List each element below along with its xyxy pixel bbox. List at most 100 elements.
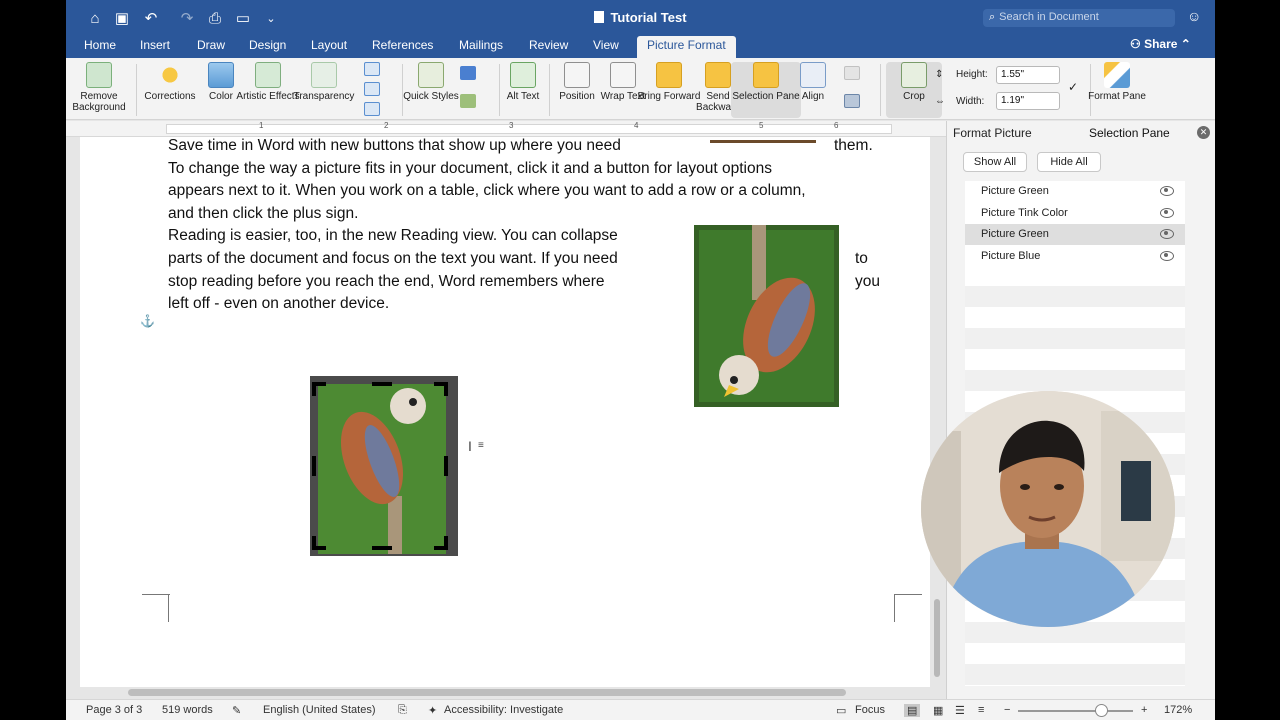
feedback-icon[interactable]: ☺ [1187,8,1201,24]
align-icon [800,62,826,88]
eye-icon[interactable] [1160,208,1174,218]
align-button[interactable]: Align [778,62,848,102]
picture-effects-icon[interactable] [460,94,476,108]
close-icon[interactable]: ✕ [1197,126,1210,139]
group-icon[interactable] [844,66,860,80]
tab-mailings[interactable]: Mailings [449,36,513,58]
focus-icon[interactable]: ▭ [836,704,846,717]
list-item-selected[interactable]: Picture Green [965,224,1185,245]
transparency-button[interactable]: Transparency [289,62,359,102]
picture-top-edge[interactable] [710,140,816,143]
crop-handle[interactable] [434,536,448,550]
ribbon: Remove Background Corrections Color Arti… [66,58,1215,120]
body-text-line[interactable]: Reading is easier, too, in the new Readi… [168,225,618,248]
width-input[interactable]: 1.19" [996,92,1060,110]
change-picture-icon[interactable] [364,82,380,96]
ribbon-tabs: Home Insert Draw Design Layout Reference… [66,36,1215,58]
rotate-icon[interactable] [844,94,860,108]
body-text-line[interactable]: stop reading before you reach the end, W… [168,271,605,294]
compress-pictures-icon[interactable] [364,62,380,76]
alt-text-icon [510,62,536,88]
crop-handle[interactable] [434,382,448,396]
share-icon: ⚇ [1130,37,1145,51]
tab-review[interactable]: Review [519,36,578,58]
lock-aspect-ratio-checkbox[interactable]: ✓ [1068,80,1078,94]
zoom-out-button[interactable]: − [1004,704,1010,716]
crop-handle[interactable] [372,382,392,386]
picture-green-selected[interactable] [310,376,458,556]
accessibility-icon[interactable]: ✦ [428,704,437,717]
kestrel-picture [318,384,446,554]
crop-handle[interactable] [444,456,448,476]
horizontal-scrollbar[interactable] [128,689,846,696]
tab-home[interactable]: Home [74,36,126,58]
reset-picture-icon[interactable] [364,102,380,116]
eye-icon[interactable] [1160,229,1174,239]
crop-handle[interactable] [372,546,392,550]
list-item[interactable]: Picture Green [965,181,1185,202]
tab-design[interactable]: Design [239,36,296,58]
accessibility-status[interactable]: Accessibility: Investigate [444,704,563,716]
draft-view-icon[interactable]: ≡ [978,704,984,716]
body-text-word[interactable]: you [855,271,880,294]
height-input[interactable]: 1.55" [996,66,1060,84]
crop-handle[interactable] [312,536,326,550]
body-text-line[interactable]: and then click the plus sign. [168,203,358,226]
tab-draw[interactable]: Draw [187,36,235,58]
tab-references[interactable]: References [362,36,443,58]
body-text-word[interactable]: to [855,248,868,271]
show-all-button[interactable]: Show All [963,152,1027,172]
body-text-line[interactable]: Save time in Word with new buttons that … [168,137,621,158]
remove-background-button[interactable]: Remove Background [66,62,134,113]
tab-insert[interactable]: Insert [130,36,180,58]
document-area[interactable]: Save time in Word with new buttons that … [66,137,944,687]
eye-icon[interactable] [1160,251,1174,261]
body-text-line[interactable]: To change the way a picture fits in your… [168,158,772,181]
width-label: Width: [956,96,985,107]
body-text-line[interactable]: left off - even on another device. [168,293,389,316]
body-text-word[interactable]: them. [834,137,873,158]
layout-options-icon[interactable]: ≡ [478,440,484,451]
list-item[interactable]: Picture Blue [965,246,1185,267]
document-page[interactable]: Save time in Word with new buttons that … [80,137,930,687]
list-stripe [965,622,1185,643]
outline-view-icon[interactable]: ☰ [955,704,965,717]
list-item[interactable]: Picture Tink Color [965,203,1185,224]
body-text-line[interactable]: parts of the document and focus on the t… [168,248,618,271]
focus-button[interactable]: Focus [855,704,885,716]
artistic-effects-icon [255,62,281,88]
vertical-scrollbar[interactable] [934,599,940,677]
zoom-slider-handle[interactable] [1094,704,1108,717]
height-icon: ⇕ [935,69,944,80]
zoom-slider[interactable] [1018,704,1133,717]
page-count[interactable]: Page 3 of 3 [86,704,142,716]
web-layout-icon[interactable]: ▦ [933,704,943,717]
crop-button[interactable]: Crop [886,62,942,118]
word-count[interactable]: 519 words [162,704,213,716]
track-changes-icon[interactable]: ⎘ [398,704,407,717]
tab-selection-pane[interactable]: Selection Pane [1089,126,1170,140]
zoom-in-button[interactable]: + [1141,704,1147,716]
tab-picture-format[interactable]: Picture Format [637,36,736,58]
tab-format-picture[interactable]: Format Picture [953,126,1032,140]
zoom-level[interactable]: 172% [1164,704,1192,716]
crop-handle[interactable] [312,382,326,396]
share-button[interactable]: ⚇ Share ⌃ [1130,37,1191,51]
picture-green-flipped[interactable] [694,225,839,407]
format-pane-button[interactable]: Format Pane [1082,62,1152,102]
horizontal-ruler[interactable]: 1 2 3 4 5 6 [66,121,946,137]
proofing-icon[interactable]: ✎ [232,704,241,717]
quick-styles-button[interactable]: Quick Styles [396,62,466,102]
language-indicator[interactable]: English (United States) [263,704,376,716]
picture-border-icon[interactable] [460,66,476,80]
eye-icon[interactable] [1160,186,1174,196]
body-text-line[interactable]: appears next to it. When you work on a t… [168,180,806,203]
tab-layout[interactable]: Layout [301,36,357,58]
hide-all-button[interactable]: Hide All [1037,152,1101,172]
send-backward-icon [705,62,731,88]
print-layout-icon[interactable]: ▤ [904,704,921,717]
webcam-overlay [921,391,1175,627]
crop-handle[interactable] [312,456,316,476]
search-input[interactable]: ⌕ Search in Document [983,9,1175,27]
tab-view[interactable]: View [583,36,629,58]
